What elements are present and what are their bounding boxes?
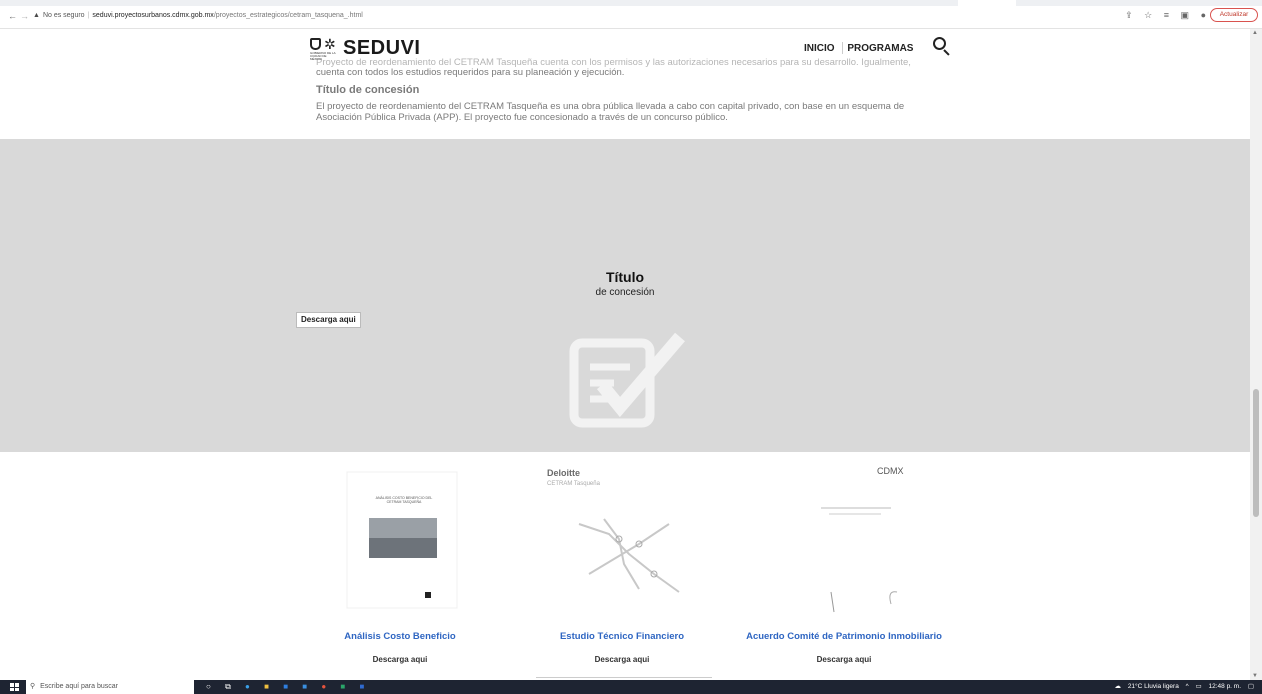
document-check-icon: [569, 332, 685, 428]
url-path: /proyectos_estrategicos/cetram_tasquena_…: [213, 12, 363, 19]
active-tab[interactable]: [958, 0, 1016, 6]
nav-inicio[interactable]: INICIO: [804, 43, 835, 54]
card-download-link[interactable]: Descarga aqui: [537, 655, 707, 664]
windows-taskbar: ⚲ Escribe aquí para buscar ○ ⧉ ● ■ ■ ■ ● …: [0, 680, 1262, 694]
card-title[interactable]: Acuerdo Comité de Patrimonio Inmobiliari…: [729, 631, 959, 642]
thumbnail-acuerdo-comite[interactable]: CDMX: [781, 464, 911, 614]
cdmx-logo[interactable]: ✲ GOBIERNO DE LA CIUDAD DE MÉXICO: [310, 36, 340, 61]
card-title[interactable]: Estudio Técnico Financiero: [507, 631, 737, 642]
thumbnail-costo-beneficio[interactable]: ANÁLISIS COSTO BENEFICIO DEL CETRAM TASQ…: [337, 464, 467, 614]
time-text[interactable]: 12:48 p. m.: [1209, 683, 1242, 690]
hero-title: Título: [605, 269, 645, 285]
concession-hero: Título de concesión Descarga aqui: [0, 139, 1250, 452]
word-icon[interactable]: ■: [360, 682, 365, 691]
share-icon[interactable]: ⇪: [1125, 10, 1133, 20]
section-title: Título de concesión: [316, 84, 420, 96]
card-download-link[interactable]: Descarga aqui: [315, 655, 485, 664]
mail-icon[interactable]: ■: [302, 682, 307, 691]
taskbar-apps: ○ ⧉ ● ■ ■ ■ ● ■ ■: [206, 682, 376, 692]
chrome-icon[interactable]: ●: [321, 682, 326, 691]
edge-icon[interactable]: ●: [245, 682, 250, 691]
star-icon[interactable]: ☆: [1144, 10, 1152, 20]
web-page: Proyecto de reordenamiento del CETRAM Ta…: [0, 29, 1250, 680]
document-thumbnail-image: [791, 472, 906, 614]
file-explorer-icon[interactable]: ■: [264, 682, 269, 691]
taskbar-search[interactable]: ⚲ Escribe aquí para buscar: [26, 680, 194, 694]
main-nav: INICIO PROGRAMAS: [804, 43, 923, 54]
tab-strip: [0, 0, 1262, 6]
document-thumbnail-image: [346, 471, 458, 609]
address-bar[interactable]: ▲ No es seguro | seduvi.proyectosurbanos.cd…: [33, 11, 363, 21]
search-icon[interactable]: [932, 35, 952, 57]
document-cards: ANÁLISIS COSTO BENEFICIO DEL CETRAM TASQ…: [0, 464, 1250, 680]
page-scrollbar[interactable]: ▲ ▼: [1250, 29, 1262, 680]
card-title[interactable]: Análisis Costo Beneficio: [285, 631, 515, 642]
scroll-thumb[interactable]: [1253, 389, 1259, 517]
store-icon[interactable]: ■: [283, 682, 288, 691]
tray-chevron-icon[interactable]: ^: [1186, 683, 1189, 690]
thumbnail-heading: Deloitte: [547, 468, 581, 478]
weather-text[interactable]: 21°C Lluvia ligera: [1128, 683, 1179, 690]
toolbar-icons: ⇪ ☆ ≡ ▣ ●: [1116, 10, 1206, 21]
sidebar-icon[interactable]: ▣: [1181, 10, 1190, 20]
brand-name[interactable]: SEDUVI: [343, 37, 420, 60]
system-tray: ☁ 21°C Lluvia ligera ^ ▭ 12:48 p. m. ▢: [1110, 682, 1255, 690]
thumbnail-subtitle: CETRAM Tasqueña: [547, 481, 600, 487]
studies-paragraph-end: cuenta con todos los estudios requeridos…: [316, 67, 625, 78]
scroll-down-icon[interactable]: ▼: [1252, 673, 1258, 679]
back-button[interactable]: ←: [8, 11, 17, 21]
site-header: ✲ GOBIERNO DE LA CIUDAD DE MÉXICO SEDUVI…: [310, 35, 950, 63]
task-view-icon[interactable]: ⧉: [225, 682, 231, 691]
shield-icon: [310, 38, 321, 50]
nav-divider: [842, 42, 843, 54]
thumbnail-estudio-tecnico[interactable]: Deloitte CETRAM Tasqueña: [547, 464, 689, 614]
cortana-icon[interactable]: ○: [206, 682, 211, 691]
logo-caption: GOBIERNO DE LA CIUDAD DE MÉXICO: [310, 51, 336, 61]
card-acuerdo-comite[interactable]: CDMX Acuerdo Comité de Patrimonio Inmobi…: [746, 464, 942, 680]
thumbnail-heading: CDMX: [877, 466, 904, 476]
card-estudio-tecnico[interactable]: Deloitte CETRAM Tasqueña Estudio Técnico…: [537, 464, 707, 680]
scroll-up-icon[interactable]: ▲: [1252, 30, 1258, 36]
card-costo-beneficio[interactable]: ANÁLISIS COSTO BENEFICIO DEL CETRAM TASQ…: [315, 464, 485, 680]
update-button[interactable]: Actualizar: [1210, 8, 1258, 22]
taskbar-search-placeholder: Escribe aquí para buscar: [40, 683, 118, 690]
address-separator: |: [87, 12, 90, 19]
security-label: No es seguro: [42, 12, 85, 19]
hero-subtitle: de concesión: [595, 287, 655, 298]
excel-icon[interactable]: ■: [340, 682, 345, 691]
divider: [536, 677, 712, 678]
playlist-icon[interactable]: ≡: [1164, 10, 1169, 20]
windows-start-icon[interactable]: [10, 683, 19, 691]
browser-chrome: ← → C ▲No es seguro|seduvi.proyectosurba…: [0, 0, 1262, 29]
search-icon: ⚲: [30, 683, 36, 690]
card-download-link[interactable]: Descarga aqui: [759, 655, 929, 664]
nav-programas[interactable]: PROGRAMAS: [847, 43, 913, 54]
forward-button[interactable]: →: [20, 11, 29, 21]
warning-icon: ▲: [33, 12, 40, 19]
notification-icon[interactable]: ▢: [1248, 683, 1254, 690]
thumbnail-heading: ANÁLISIS COSTO BENEFICIO DEL CETRAM TASQ…: [375, 496, 433, 504]
network-icon[interactable]: ▭: [1196, 683, 1202, 690]
profile-icon[interactable]: ●: [1201, 10, 1206, 20]
concession-paragraph: El proyecto de reordenamiento del CETRAM…: [316, 101, 905, 123]
weather-icon[interactable]: ☁: [1115, 683, 1122, 690]
hero-download-button[interactable]: Descarga aqui: [296, 312, 361, 328]
url-host: seduvi.proyectosurbanos.cdmx.gob.mx: [92, 12, 214, 19]
